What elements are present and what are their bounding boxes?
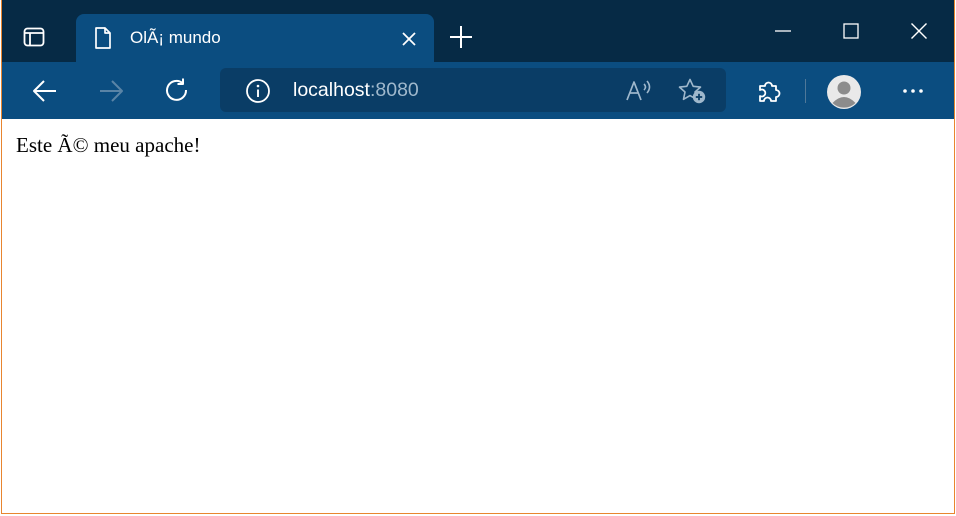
arrow-left-icon	[33, 80, 56, 102]
read-aloud-icon[interactable]	[625, 78, 653, 104]
url-port: :8080	[369, 79, 419, 101]
minimize-button[interactable]	[768, 16, 798, 46]
document-icon	[95, 27, 111, 49]
close-window-button[interactable]	[904, 16, 934, 46]
extensions-button[interactable]	[754, 76, 784, 106]
maximize-icon	[843, 23, 859, 39]
url-host: localhost	[293, 79, 370, 101]
tab-actions-button[interactable]	[16, 19, 52, 55]
navigation-toolbar: localhost:8080	[2, 62, 954, 119]
star-plus-icon[interactable]	[677, 77, 707, 105]
puzzle-icon	[759, 81, 781, 102]
close-icon[interactable]	[398, 28, 420, 50]
plus-icon[interactable]	[448, 24, 474, 50]
more-button[interactable]	[898, 76, 928, 106]
minimize-icon	[775, 30, 791, 32]
profile-button[interactable]	[826, 74, 862, 110]
forward-button[interactable]	[96, 76, 126, 106]
page-body-text: Este Ã© meu apache!	[16, 133, 201, 157]
maximize-button[interactable]	[836, 16, 866, 46]
url-text[interactable]: localhost:8080	[293, 79, 419, 102]
more-icon	[903, 89, 923, 93]
toolbar-divider	[805, 79, 806, 103]
refresh-icon	[166, 78, 188, 101]
page-content: Este Ã© meu apache!	[2, 119, 954, 513]
tab-active[interactable]: OlÃ¡ mundo	[76, 14, 434, 62]
tab-title: OlÃ¡ mundo	[130, 28, 221, 47]
info-icon[interactable]	[245, 78, 271, 104]
arrow-right-icon	[100, 80, 123, 102]
title-bar: OlÃ¡ mundo	[2, 0, 954, 62]
tab-actions-icon	[23, 27, 45, 47]
browser-window: OlÃ¡ mundo localhost:8080 Este Ã© meu ap…	[1, 0, 955, 514]
address-bar[interactable]: localhost:8080	[220, 68, 726, 112]
avatar-icon	[827, 75, 861, 109]
refresh-button[interactable]	[162, 76, 192, 106]
close-icon	[911, 23, 927, 39]
back-button[interactable]	[30, 76, 60, 106]
